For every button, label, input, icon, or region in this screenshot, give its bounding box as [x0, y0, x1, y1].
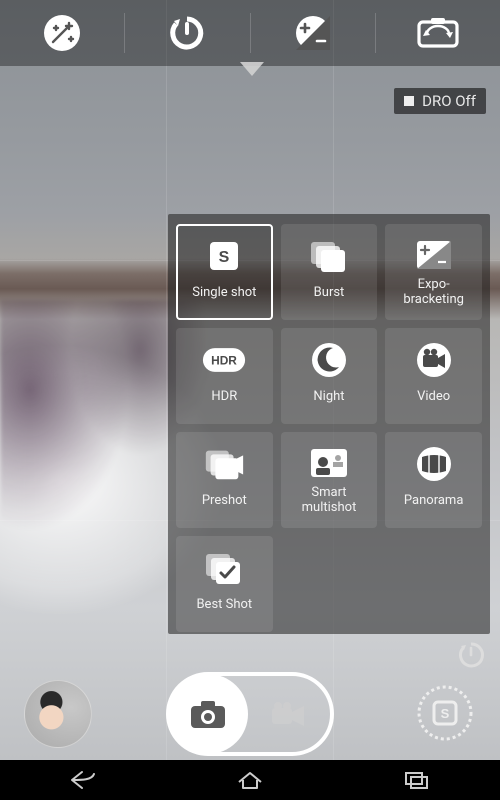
mode-video[interactable]: Video [385, 328, 482, 424]
android-navigation-bar [0, 760, 500, 800]
shutter-control [166, 672, 334, 756]
mode-smart-multishot[interactable]: Smart multishot [281, 432, 378, 528]
mode-best-shot[interactable]: Best Shot [176, 536, 273, 632]
nav-recents-button[interactable] [402, 770, 432, 790]
camera-icon [188, 698, 228, 730]
dro-label: DRO Off [422, 92, 476, 110]
recents-icon [404, 771, 430, 789]
mode-night[interactable]: Night [281, 328, 378, 424]
mode-label: Video [417, 383, 450, 411]
night-icon [307, 341, 351, 379]
gallery-thumbnail-button[interactable] [24, 680, 92, 748]
mode-label: Single shot [192, 279, 256, 307]
videocam-icon [270, 700, 308, 728]
capture-modes-panel: S Single shot Burst Expo- bracketing HDR… [168, 214, 490, 634]
expo-bracketing-icon [412, 236, 456, 274]
video-shutter-button[interactable] [248, 700, 330, 728]
self-timer-button[interactable] [125, 0, 249, 66]
mode-panorama[interactable]: Panorama [385, 432, 482, 528]
mode-label: Smart multishot [302, 486, 357, 516]
effects-button[interactable] [0, 0, 124, 66]
svg-text:S: S [219, 249, 230, 266]
smart-multishot-icon [307, 444, 351, 482]
toolbar-active-pointer [240, 62, 264, 76]
mode-label: Night [313, 383, 344, 411]
mode-expo-bracketing[interactable]: Expo- bracketing [385, 224, 482, 320]
svg-text:HDR: HDR [211, 354, 237, 368]
timer-icon [167, 13, 207, 53]
mode-label: Preshot [202, 487, 247, 515]
exposure-icon [293, 13, 333, 53]
burst-icon [307, 237, 351, 275]
hdr-icon: HDR [202, 341, 246, 379]
photo-shutter-button[interactable] [168, 674, 248, 754]
back-icon [68, 770, 98, 790]
mode-label: Panorama [404, 487, 464, 515]
mode-stamp-icon: S [414, 682, 476, 744]
magic-wand-icon [42, 13, 82, 53]
mode-label: HDR [211, 383, 237, 411]
mode-burst[interactable]: Burst [281, 224, 378, 320]
mode-label: Expo- bracketing [403, 278, 464, 308]
switch-camera-button[interactable] [376, 0, 500, 66]
home-icon [235, 770, 265, 790]
dro-indicator-icon [404, 96, 414, 106]
mode-hdr[interactable]: HDR HDR [176, 328, 273, 424]
svg-text:S: S [441, 706, 450, 721]
nav-home-button[interactable] [235, 770, 265, 790]
exposure-compensation-button[interactable] [251, 0, 375, 66]
camera-top-toolbar [0, 0, 500, 66]
single-shot-icon: S [202, 237, 246, 275]
nav-back-button[interactable] [68, 770, 98, 790]
video-icon [412, 341, 456, 379]
dro-status-badge[interactable]: DRO Off [394, 88, 486, 114]
panorama-icon [412, 445, 456, 483]
mode-preshot[interactable]: Preshot [176, 432, 273, 528]
best-shot-icon [202, 549, 246, 587]
mode-label: Burst [314, 279, 345, 307]
switch-camera-icon [415, 16, 461, 50]
mode-label: Best Shot [196, 591, 252, 619]
current-mode-stamp-button[interactable]: S [414, 682, 476, 744]
preshot-icon [202, 445, 246, 483]
camera-bottom-bar: S [0, 650, 500, 760]
mode-single-shot[interactable]: S Single shot [176, 224, 273, 320]
